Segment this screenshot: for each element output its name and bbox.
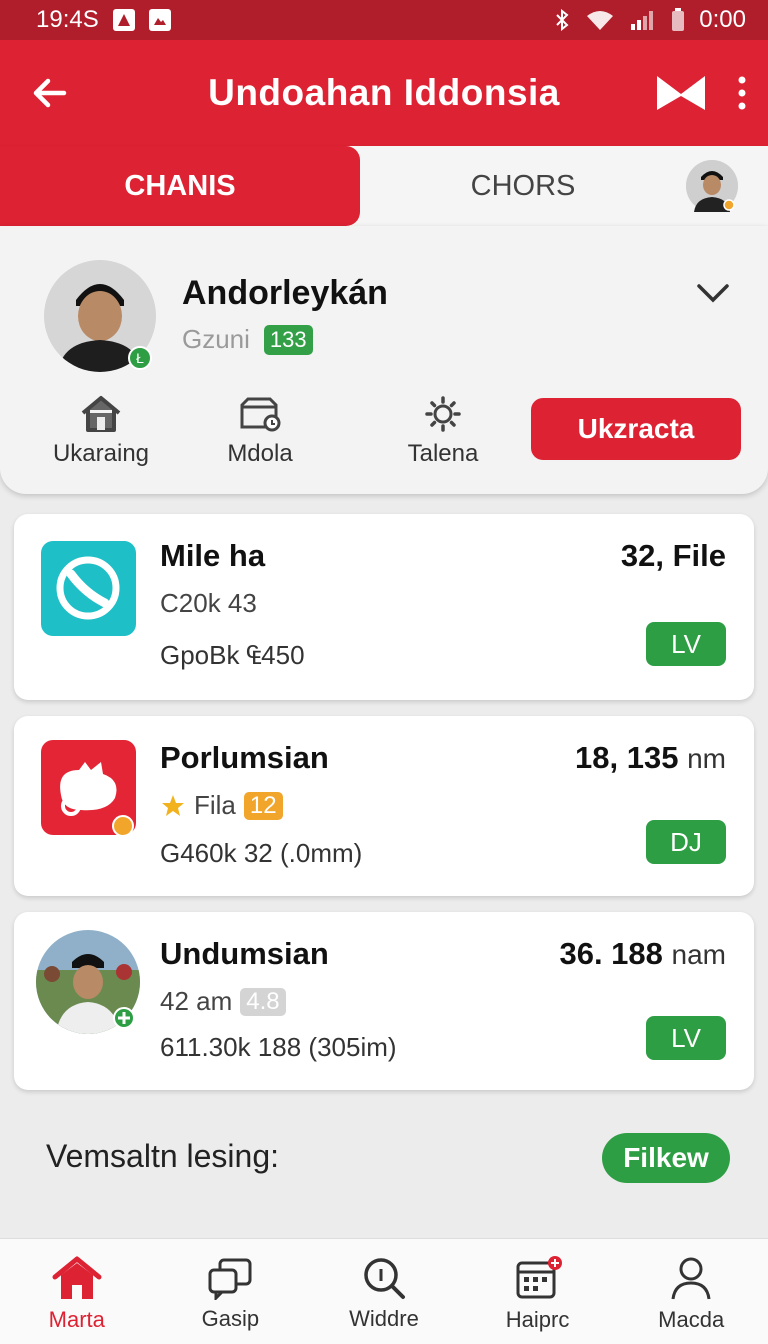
nav-label: Macda xyxy=(658,1306,725,1332)
account-avatar[interactable] xyxy=(686,160,738,212)
tab-bar: CHANIS CHORS xyxy=(0,146,768,226)
nav-item-marta[interactable]: Marta xyxy=(0,1239,154,1344)
profile-icon xyxy=(671,1257,711,1299)
card-subtitle: Fila 12 xyxy=(160,790,283,821)
status-bar: 19:4S 0:00 xyxy=(0,0,768,40)
card-title: Mile ha xyxy=(160,538,266,573)
section-label: Vemsaltn lesing: xyxy=(46,1138,280,1174)
app-bar: Undoahan Iddonsia xyxy=(0,40,768,146)
card-value-unit: nam xyxy=(671,939,726,970)
cat-app-icon xyxy=(41,740,136,837)
status-time: 19:4S xyxy=(36,6,99,33)
status-badge: LV xyxy=(646,622,726,666)
bluetooth-icon xyxy=(553,9,571,31)
card-detail: 611.30k 188 (305im) xyxy=(160,1032,397,1062)
list-item[interactable]: Porlumsian 18, 135 nm Fila 12 G460k 32 (… xyxy=(14,716,754,896)
star-icon xyxy=(162,794,184,816)
nav-label: Widdre xyxy=(349,1305,419,1331)
primary-action-button[interactable]: Ukzracta xyxy=(531,398,741,460)
arrow-left-icon xyxy=(33,78,67,108)
quick-action-label: Ukaraing xyxy=(52,440,150,467)
nav-item-gasip[interactable]: Gasip xyxy=(154,1239,308,1344)
quick-action-label: Talena xyxy=(407,440,479,467)
card-subtitle-label: 42 am xyxy=(160,986,233,1016)
card-rating-badge: 12 xyxy=(243,791,283,820)
card-title: Undumsian xyxy=(160,936,329,971)
card-value-group: 18, 135 nm xyxy=(575,740,726,776)
calendar-icon xyxy=(516,1255,562,1298)
card-detail: G460k 32 (.0mm) xyxy=(160,838,363,868)
tab-chanis[interactable]: CHANIS xyxy=(0,146,361,226)
profile-subtitle: Gzuni xyxy=(182,324,250,354)
card-value-group: 36. 188 nam xyxy=(559,936,726,972)
notification-app-icon xyxy=(112,9,135,31)
status-clock: 0:00 xyxy=(699,6,746,33)
person-avatar-icon xyxy=(686,160,738,212)
chevron-down-icon xyxy=(697,284,729,303)
user-photo-icon xyxy=(36,930,140,1034)
nav-label: Haiprc xyxy=(505,1306,570,1332)
page-title: Undoahan Iddonsia xyxy=(208,72,560,113)
status-left: 19:4S xyxy=(36,6,171,34)
chat-icon xyxy=(208,1258,252,1300)
quick-action-label: Mdola xyxy=(227,440,293,467)
home-icon xyxy=(52,1256,102,1299)
quick-action-ukaraing[interactable]: Ukaraing xyxy=(36,394,166,468)
home-icon xyxy=(80,394,122,434)
card-value-unit: nm xyxy=(687,743,726,774)
quick-actions: Ukaraing Mdola Talena Ukzracta xyxy=(0,394,768,474)
expand-profile-button[interactable] xyxy=(696,282,730,309)
more-vertical-icon xyxy=(738,76,746,110)
tab-chors[interactable]: CHORS xyxy=(360,146,686,226)
card-title: Porlumsian xyxy=(160,740,329,775)
phone-app-icon xyxy=(41,541,136,636)
back-button[interactable] xyxy=(20,63,80,123)
card-subtitle: 42 am 4.8 xyxy=(160,986,286,1017)
mail-button[interactable] xyxy=(656,74,706,112)
list-item[interactable]: Undumsian 36. 188 nam 42 am 4.8 611.30k … xyxy=(14,912,754,1090)
profile-subtitle-row: Gzuni 133 xyxy=(182,324,313,355)
card-value: 32, File xyxy=(620,538,726,573)
search-icon xyxy=(364,1257,405,1299)
status-right: 0:00 xyxy=(553,6,746,34)
card-subtitle-label: Fila xyxy=(194,790,236,820)
card-detail: GpoBk ₠450 xyxy=(160,640,305,670)
card-subtitle: C20k 43 xyxy=(160,588,257,618)
box-icon xyxy=(238,394,282,434)
quick-action-talena[interactable]: Talena xyxy=(378,394,508,468)
profile-name: Andorleykán xyxy=(182,274,388,312)
profile-count-badge: 133 xyxy=(263,324,313,355)
nav-label: Gasip xyxy=(201,1305,260,1331)
quick-action-mdola[interactable]: Mdola xyxy=(195,394,325,468)
signal-icon xyxy=(629,9,657,31)
nav-item-macda[interactable]: Macda xyxy=(614,1239,768,1344)
card-value: 18, 135 xyxy=(575,740,679,775)
status-badge: DJ xyxy=(646,820,726,864)
nav-label: Marta xyxy=(48,1306,105,1332)
more-options-button[interactable] xyxy=(736,76,748,110)
profile-card: Ł Andorleykán Gzuni 133 Ukaraing Mdola T… xyxy=(0,226,768,494)
nav-item-haiprc[interactable]: Haiprc xyxy=(461,1239,615,1344)
list-item[interactable]: Mile ha 32, File C20k 43 GpoBk ₠450 LV xyxy=(14,514,754,700)
online-status-badge: Ł xyxy=(128,346,152,370)
battery-icon xyxy=(671,8,685,32)
app-bar-actions xyxy=(656,74,748,112)
mail-icon xyxy=(657,76,705,110)
card-rating-badge: 4.8 xyxy=(240,987,286,1016)
bottom-nav: Marta Gasip Widdre Haiprc Macda xyxy=(0,1238,768,1344)
settings-icon xyxy=(424,394,462,434)
wifi-icon xyxy=(585,9,615,31)
filter-button[interactable]: Filkew xyxy=(602,1133,730,1183)
status-badge: LV xyxy=(646,1016,726,1060)
card-value: 36. 188 xyxy=(559,936,663,971)
nav-item-widdre[interactable]: Widdre xyxy=(307,1239,461,1344)
notification-image-icon xyxy=(148,9,171,31)
